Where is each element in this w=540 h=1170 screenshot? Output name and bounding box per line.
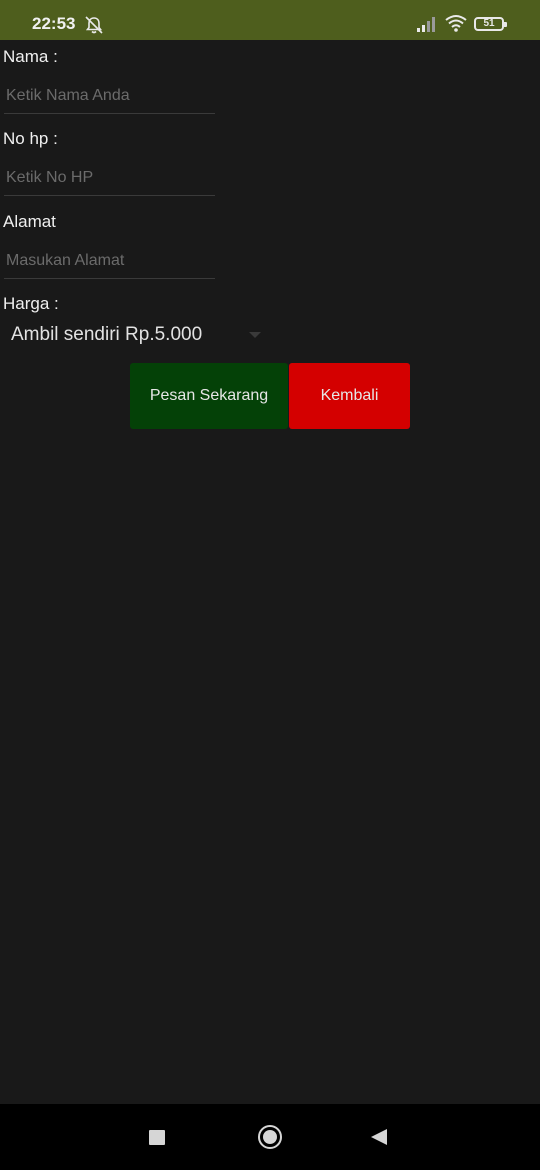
status-time: 22:53 — [32, 14, 76, 33]
nama-field[interactable] — [4, 79, 217, 114]
wifi-icon — [445, 15, 467, 32]
alamat-field[interactable] — [4, 244, 217, 279]
harga-selected-value: Ambil sendiri Rp.5.000 — [11, 324, 203, 345]
harga-label: Harga : — [3, 294, 59, 313]
no-hp-label: No hp : — [3, 129, 58, 148]
battery-icon: 51 — [474, 17, 507, 31]
pesan-sekarang-button[interactable]: Pesan Sekarang — [130, 363, 288, 429]
recent-apps-icon[interactable] — [149, 1130, 165, 1145]
back-icon[interactable] — [371, 1129, 387, 1145]
dropdown-arrow-icon — [249, 332, 261, 338]
no-hp-field[interactable] — [4, 161, 217, 196]
nama-label: Nama : — [3, 47, 58, 66]
nama-input[interactable] — [4, 79, 217, 113]
home-icon[interactable] — [258, 1125, 282, 1149]
app-screen: 22:53 51 Nama : No hp : Alamat — [0, 0, 540, 1170]
battery-level: 51 — [483, 18, 495, 29]
kembali-button[interactable]: Kembali — [289, 363, 410, 429]
alamat-label: Alamat — [3, 212, 56, 231]
navigation-bar — [0, 1104, 540, 1170]
signal-icon — [417, 17, 435, 32]
harga-dropdown[interactable]: Ambil sendiri Rp.5.000 — [4, 318, 266, 354]
no-hp-input[interactable] — [4, 161, 217, 195]
alamat-input[interactable] — [4, 244, 217, 278]
status-bar: 22:53 51 — [0, 0, 540, 40]
bell-off-icon — [85, 16, 103, 34]
